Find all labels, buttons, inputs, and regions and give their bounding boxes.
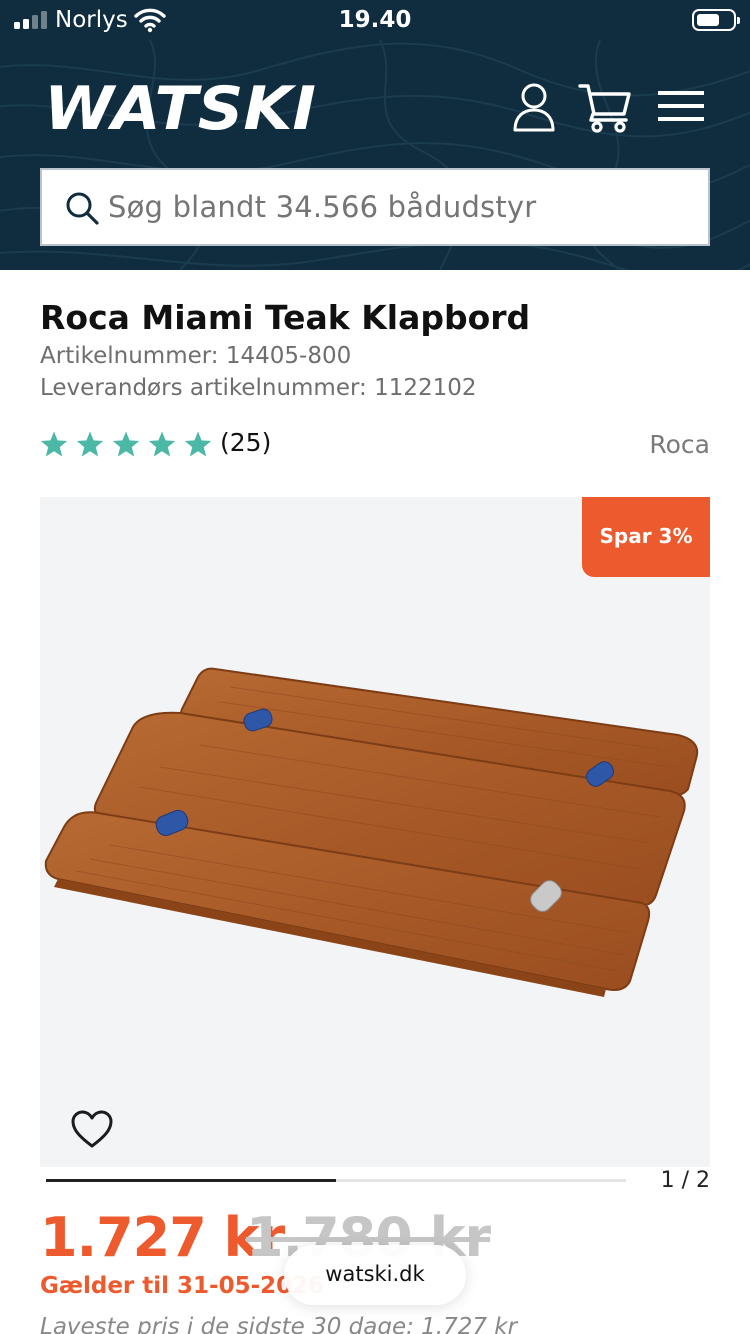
discount-badge: Spar 3% [582, 497, 710, 577]
supplier-article-number: Leverandørs artikelnummer: 1122102 [40, 375, 477, 401]
gallery-progress-fill [46, 1179, 336, 1182]
product-title: Roca Miami Teak Klapbord [40, 298, 531, 337]
svg-text:WATSKI: WATSKI [44, 76, 316, 136]
review-count[interactable]: (25) [220, 428, 271, 457]
gallery-counter: 1 / 2 [660, 1168, 710, 1193]
price-valid-until: Gælder til 31-05-2026 [40, 1273, 325, 1299]
battery-icon [692, 9, 740, 31]
cart-icon[interactable] [578, 80, 632, 134]
product-gallery[interactable]: Spar 3% [40, 497, 710, 1167]
product-image [44, 667, 699, 997]
article-number: Artikelnummer: 14405-800 [40, 343, 352, 369]
site-header: WATSKI Søg blandt 34.566 bådudstyr [0, 40, 750, 270]
brand-link[interactable]: Roca [649, 430, 710, 459]
search-input[interactable]: Søg blandt 34.566 bådudstyr [40, 168, 710, 246]
menu-icon[interactable] [658, 90, 704, 122]
status-time: 19.40 [338, 7, 412, 33]
search-placeholder: Søg blandt 34.566 bådudstyr [108, 190, 537, 224]
rating-stars-icon [40, 431, 212, 457]
account-icon[interactable] [512, 82, 556, 132]
heart-icon[interactable] [70, 1109, 114, 1149]
search-icon [66, 192, 99, 225]
lowest-price-note: Laveste pris i de sidste 30 dage: 1.727 … [40, 1314, 518, 1334]
gallery-progress-track [46, 1179, 626, 1182]
watski-logo[interactable]: WATSKI [40, 76, 320, 136]
browser-url-bar[interactable]: watski.dk [284, 1245, 466, 1305]
status-bar: Norlys 19.40 [0, 0, 750, 40]
